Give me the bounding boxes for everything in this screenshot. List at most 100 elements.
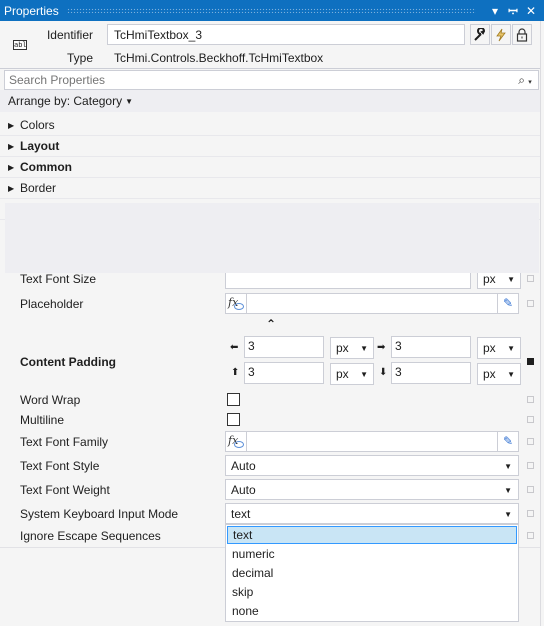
category-label: Colors bbox=[20, 118, 55, 132]
dropdown-option-numeric[interactable]: numeric bbox=[226, 545, 518, 564]
category-layout[interactable]: ▶ Layout bbox=[0, 136, 540, 157]
identifier-label: Identifier bbox=[46, 28, 93, 42]
unit-value: px bbox=[483, 367, 496, 381]
reset-marker[interactable] bbox=[527, 532, 534, 539]
category-border[interactable]: ▶ Border bbox=[0, 178, 540, 199]
word-wrap-checkbox[interactable] bbox=[227, 393, 240, 406]
category-label: Border bbox=[20, 181, 57, 195]
reset-marker[interactable] bbox=[527, 275, 534, 282]
reset-marker[interactable] bbox=[527, 416, 534, 423]
font-weight-value: Auto bbox=[231, 483, 256, 497]
padding-right-unit-select[interactable]: px ▼ bbox=[477, 337, 521, 359]
link-icon bbox=[234, 441, 244, 448]
prop-label-multiline: Multiline bbox=[20, 413, 65, 427]
font-weight-select[interactable]: Auto ▼ bbox=[225, 479, 519, 500]
font-style-select[interactable]: Auto ▼ bbox=[225, 455, 519, 476]
chevron-down-icon: ▼ bbox=[507, 275, 515, 284]
search-input[interactable] bbox=[9, 73, 512, 87]
category-colors[interactable]: ▶ Colors bbox=[0, 115, 540, 136]
keyboard-input-mode-select[interactable]: text ▼ bbox=[225, 503, 519, 524]
prop-label-font-weight: Text Font Weight bbox=[20, 483, 110, 497]
edit-pencil-icon: ✎ bbox=[502, 434, 514, 448]
unit-value: px bbox=[336, 341, 349, 355]
padding-left-unit-select[interactable]: px ▼ bbox=[330, 337, 374, 359]
arrange-by-dropdown[interactable]: Category ▼ bbox=[73, 94, 133, 108]
padding-right-input[interactable]: 3 bbox=[391, 336, 471, 358]
arrow-down-icon: ⬇ bbox=[379, 367, 388, 378]
padding-left-input[interactable]: 3 bbox=[244, 336, 324, 358]
dropdown-option-decimal[interactable]: decimal bbox=[226, 564, 518, 583]
arrange-by-label: Arrange by: bbox=[8, 94, 71, 108]
reset-marker[interactable] bbox=[527, 462, 534, 469]
close-icon[interactable]: ✕ bbox=[522, 4, 540, 18]
prop-label-word-wrap: Word Wrap bbox=[20, 393, 81, 407]
type-label: Type bbox=[66, 51, 93, 65]
arrow-left-icon: ⬅ bbox=[230, 342, 239, 353]
padding-top-unit-select[interactable]: px ▼ bbox=[330, 363, 374, 385]
chevron-down-icon: ▼ bbox=[125, 97, 134, 106]
lock-button[interactable] bbox=[512, 24, 532, 45]
lightning-icon bbox=[496, 28, 506, 41]
category-label: Common bbox=[20, 160, 72, 174]
multiline-checkbox[interactable] bbox=[227, 413, 240, 426]
prop-label-content-padding: Content Padding bbox=[20, 355, 116, 369]
content-padding-panel bbox=[5, 203, 539, 273]
panel-titlebar: Properties ▾ ꟷ̣ ✕ bbox=[0, 0, 544, 21]
padding-top-input[interactable]: 3 bbox=[244, 362, 324, 384]
prop-label-ignore-escape: Ignore Escape Sequences bbox=[20, 529, 161, 543]
type-value: TcHmi.Controls.Beckhoff.TcHmiTextbox bbox=[114, 51, 324, 65]
arrow-up-icon: ⬆ bbox=[231, 367, 240, 378]
chevron-down-icon: ▼ bbox=[504, 510, 512, 519]
arrow-right-icon: ➡ bbox=[377, 342, 386, 353]
expand-icon[interactable]: ▶ bbox=[8, 184, 20, 193]
chevron-down-icon: ▼ bbox=[360, 370, 368, 379]
padding-bottom-unit-select[interactable]: px ▼ bbox=[477, 363, 521, 385]
panel-right-border bbox=[540, 21, 544, 626]
category-label: Layout bbox=[20, 139, 60, 153]
pin-icon[interactable]: ꟷ̣ bbox=[504, 2, 522, 19]
expand-icon[interactable]: ▶ bbox=[8, 142, 20, 151]
prop-label-font-style: Text Font Style bbox=[20, 459, 100, 473]
collapse-chevron-up-icon[interactable]: ⌃ bbox=[266, 317, 276, 331]
placeholder-field: fx ✎ bbox=[225, 293, 519, 314]
function-binding-button[interactable]: fx bbox=[226, 294, 247, 314]
dropdown-option-skip[interactable]: skip bbox=[226, 583, 518, 602]
edit-button[interactable]: ✎ bbox=[497, 432, 518, 452]
expand-icon[interactable]: ▶ bbox=[8, 121, 20, 130]
prop-label-placeholder: Placeholder bbox=[20, 297, 84, 311]
edit-button[interactable]: ✎ bbox=[497, 294, 518, 314]
events-button[interactable] bbox=[491, 24, 511, 45]
unit-value: px bbox=[483, 341, 496, 355]
properties-button[interactable] bbox=[470, 24, 490, 45]
panel-title: Properties bbox=[4, 3, 59, 18]
reset-marker[interactable] bbox=[527, 396, 534, 403]
dropdown-option-none[interactable]: none bbox=[226, 602, 518, 621]
chevron-down-icon: ▼ bbox=[504, 486, 512, 495]
reset-marker[interactable] bbox=[527, 300, 534, 307]
properties-header: abl Identifier TcHmiTextbox_3 Type TcHmi… bbox=[0, 21, 544, 69]
unit-value: px bbox=[483, 272, 496, 286]
padding-bottom-input[interactable]: 3 bbox=[391, 362, 471, 384]
link-icon bbox=[234, 303, 244, 310]
identifier-input[interactable]: TcHmiTextbox_3 bbox=[107, 24, 465, 45]
lock-icon bbox=[516, 27, 528, 42]
category-common[interactable]: ▶ Common bbox=[0, 157, 540, 178]
window-dropdown-icon[interactable]: ▾ bbox=[486, 4, 504, 18]
search-icon[interactable]: ⌕ ▾ bbox=[512, 73, 538, 88]
textbox-control-icon: abl bbox=[13, 40, 27, 50]
drag-grip[interactable] bbox=[66, 8, 476, 13]
keyboard-input-mode-value: text bbox=[231, 507, 251, 521]
expand-icon[interactable]: ▶ bbox=[8, 163, 20, 172]
reset-marker-set[interactable] bbox=[527, 358, 534, 365]
keyboard-input-mode-dropdown-list: text numeric decimal skip none bbox=[225, 524, 519, 622]
reset-marker[interactable] bbox=[527, 438, 534, 445]
arrange-by-bar: Arrange by: Category ▼ bbox=[0, 90, 544, 112]
chevron-down-icon: ▼ bbox=[360, 344, 368, 353]
reset-marker[interactable] bbox=[527, 510, 534, 517]
function-binding-button[interactable]: fx bbox=[226, 432, 247, 452]
search-box: ⌕ ▾ bbox=[4, 70, 539, 90]
reset-marker[interactable] bbox=[527, 486, 534, 493]
chevron-down-icon: ▼ bbox=[507, 344, 515, 353]
dropdown-option-text[interactable]: text bbox=[227, 526, 517, 544]
font-style-value: Auto bbox=[231, 459, 256, 473]
